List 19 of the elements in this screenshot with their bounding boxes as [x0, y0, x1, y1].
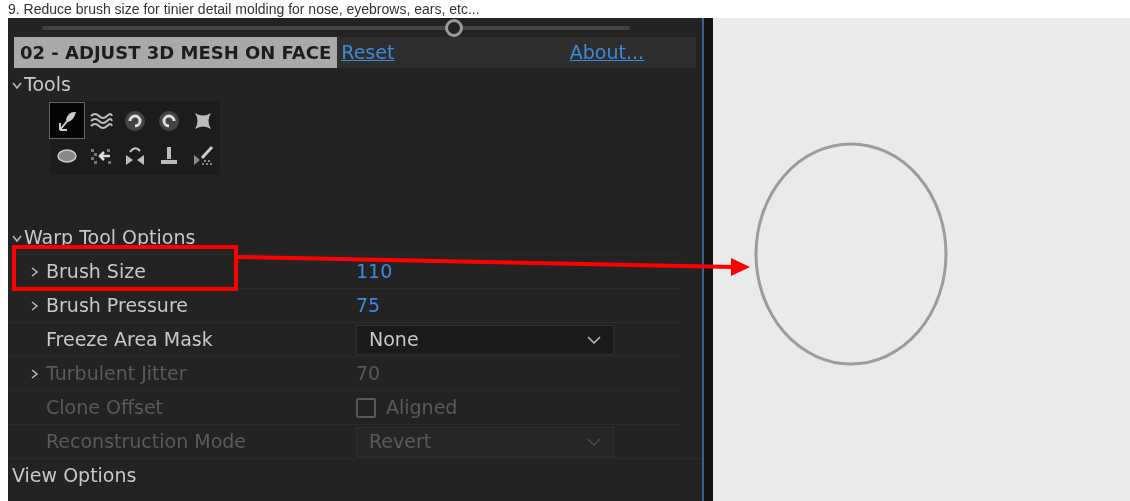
effect-title: 02 - ADJUST 3D MESH ON FACE [14, 37, 338, 68]
section-label[interactable]: Warp Tool Options [24, 223, 196, 252]
chevron-icon [587, 335, 601, 344]
section-label[interactable]: Tools [24, 70, 71, 99]
section-label[interactable]: View Options [12, 460, 137, 490]
brush-tool[interactable] [50, 103, 84, 138]
expand-icon[interactable] [29, 266, 39, 277]
caption-text: 9. Reduce brush size for tinier detail molding for nose, eyebrows, ears, etc... [7, 0, 481, 18]
value-field[interactable]: 75 [356, 291, 381, 320]
property-label: Freeze Area Mask [46, 328, 213, 351]
reset-link[interactable]: Reset [337, 38, 399, 67]
dropdown[interactable]: None [356, 324, 614, 355]
about-link[interactable]: About... [565, 38, 648, 67]
property-label: Brush Size [46, 260, 146, 283]
chevron-icon [587, 437, 601, 446]
value-field[interactable]: 110 [356, 257, 393, 286]
slider-thumb[interactable] [444, 18, 463, 37]
expand-icon[interactable] [29, 300, 39, 311]
property-label: Brush Pressure [46, 294, 188, 317]
